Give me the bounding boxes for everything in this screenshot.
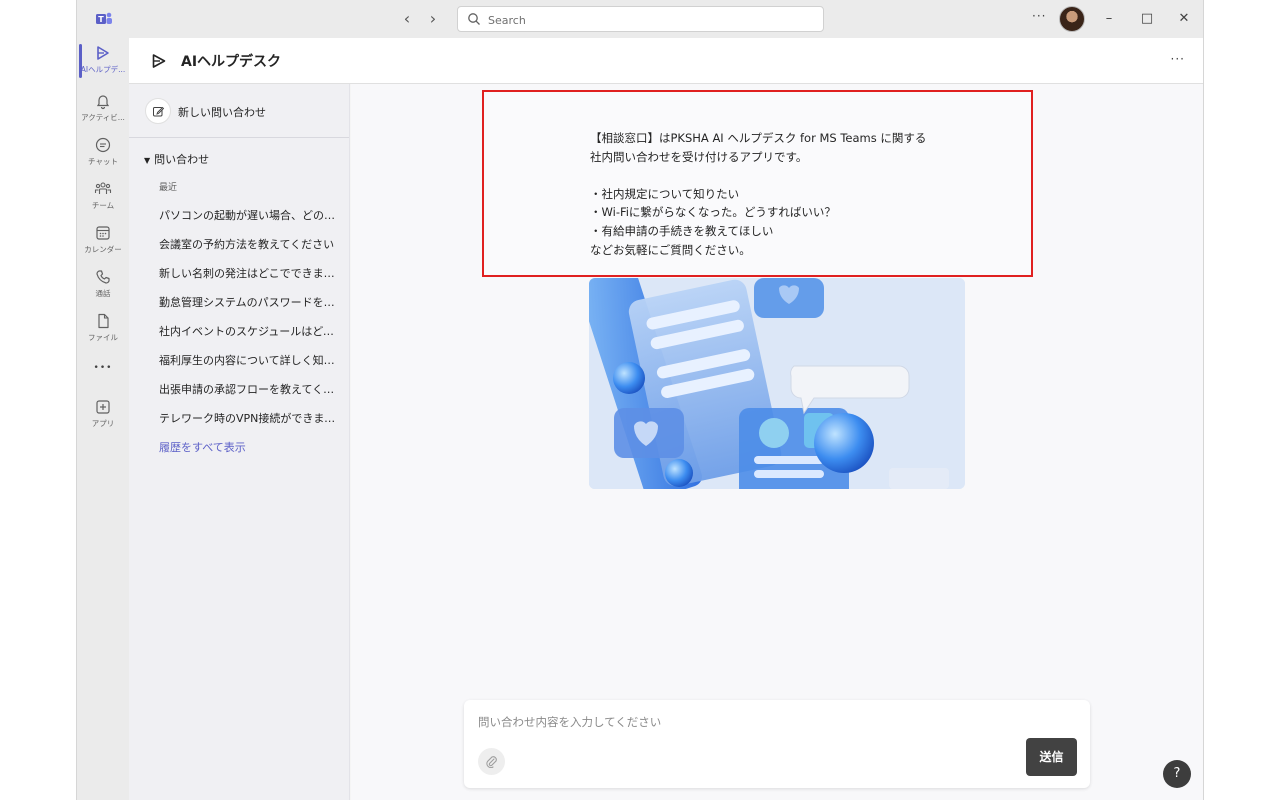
minimize-icon[interactable]: – (1099, 9, 1119, 29)
rail-label: AIヘルプデ... (80, 65, 126, 74)
history-item[interactable]: 勤怠管理システムのパスワードを忘れました (159, 294, 339, 310)
app-rail: AIヘルプデ... アクティビ... チャット チーム カレンダー 通話 ファイ… (77, 38, 129, 800)
paperclip-icon (486, 756, 497, 768)
search-box[interactable] (457, 6, 824, 32)
rail-item-ai-helpdesk[interactable]: AIヘルプデ... (77, 38, 129, 82)
teams-window: T ‹ › ··· – □ ✕ AIヘルプデ... (76, 0, 1204, 800)
caret-down-icon: ▼ (144, 156, 151, 165)
rail-item-chat[interactable]: チャット (77, 130, 129, 174)
calendar-icon (96, 226, 110, 240)
chat-icon (95, 137, 111, 153)
search-icon (468, 13, 480, 25)
rail-item-files[interactable]: ファイル (77, 306, 129, 350)
history-item[interactable]: パソコンの起動が遅い場合、どのようにすればよいですか？ (159, 207, 339, 223)
rail-label: アプリ (91, 419, 115, 428)
welcome-message: 【相談窓口】はPKSHA AI ヘルプデスク for MS Teams に関する… (482, 90, 1033, 277)
send-button[interactable]: 送信 (1026, 738, 1077, 776)
teams-logo-icon: T (96, 12, 112, 24)
divider (129, 137, 349, 138)
header-more-icon[interactable]: ··· (1171, 52, 1185, 66)
inquiry-section-toggle[interactable]: ▼ 問い合わせ (144, 151, 209, 167)
back-arrow-icon[interactable]: ‹ (398, 10, 416, 28)
app-header: AIヘルプデスク ··· (129, 38, 1203, 84)
rail-label: チャット (88, 157, 118, 166)
teams-icon (94, 182, 112, 194)
rail-label: ファイル (88, 333, 118, 342)
history-item[interactable]: テレワーク時のVPN接続ができません (159, 410, 339, 426)
close-icon[interactable]: ✕ (1174, 9, 1194, 29)
hero-illustration-graphic (589, 278, 965, 489)
history-item[interactable]: 出張申請の承認フローを教えてください (159, 381, 339, 397)
recent-label: 最近 (159, 183, 178, 193)
more-options-icon[interactable]: ··· (1032, 9, 1046, 23)
active-indicator (79, 44, 82, 78)
welcome-text: 【相談窓口】はPKSHA AI ヘルプデスク for MS Teams に関する… (590, 131, 927, 257)
file-icon (98, 313, 109, 329)
maximize-icon[interactable]: □ (1137, 9, 1157, 29)
help-button[interactable]: ? (1163, 760, 1191, 788)
section-title: 問い合わせ (154, 153, 210, 166)
compose-icon (145, 98, 171, 124)
title-bar: T ‹ › ··· – □ ✕ (77, 0, 1203, 38)
history-item[interactable]: 福利厚生の内容について詳しく知りたい (159, 352, 339, 368)
rail-label: チーム (91, 201, 115, 210)
history-item[interactable]: 新しい名刺の発注はどこでできますか？ (159, 265, 339, 281)
bell-icon (96, 95, 110, 110)
rail-item-calendar[interactable]: カレンダー (77, 218, 129, 262)
rail-label: アクティビ... (81, 113, 125, 122)
add-app-icon (96, 400, 110, 414)
history-item[interactable]: 会議室の予約方法を教えてください (159, 236, 339, 252)
history-item[interactable]: 社内イベントのスケジュールはどこで確認できますか？ (159, 323, 339, 339)
show-all-history-link[interactable]: 履歴をすべて表示 (159, 439, 246, 455)
play-icon (97, 46, 109, 60)
avatar[interactable] (1059, 6, 1085, 32)
play-icon (152, 54, 166, 68)
forward-arrow-icon[interactable]: › (424, 10, 442, 28)
svg-text:T: T (98, 15, 104, 24)
phone-icon (96, 270, 110, 284)
inquiry-input[interactable] (478, 712, 1068, 732)
rail-item-activity[interactable]: アクティビ... (77, 86, 129, 130)
search-input[interactable] (488, 11, 808, 29)
rail-item-apps[interactable]: アプリ (77, 392, 129, 436)
chat-main: 【相談窓口】はPKSHA AI ヘルプデスク for MS Teams に関する… (351, 84, 1203, 800)
message-composer: 送信 (464, 700, 1090, 788)
rail-item-teams[interactable]: チーム (77, 174, 129, 218)
new-inquiry-label: 新しい問い合わせ (178, 106, 266, 119)
rail-label: 通話 (95, 289, 111, 298)
page-title: AIヘルプデスク (181, 54, 282, 70)
inquiry-sidebar: 新しい問い合わせ ▼問い合わせ 最近 パソコンの起動が遅い場合、どのようにすれば… (129, 84, 350, 800)
more-icon: ••• (93, 363, 113, 373)
hero-illustration (589, 278, 965, 489)
rail-item-more[interactable]: ••• (77, 356, 129, 380)
rail-label: カレンダー (84, 245, 122, 254)
rail-item-calls[interactable]: 通話 (77, 262, 129, 306)
attach-button[interactable] (478, 748, 505, 775)
